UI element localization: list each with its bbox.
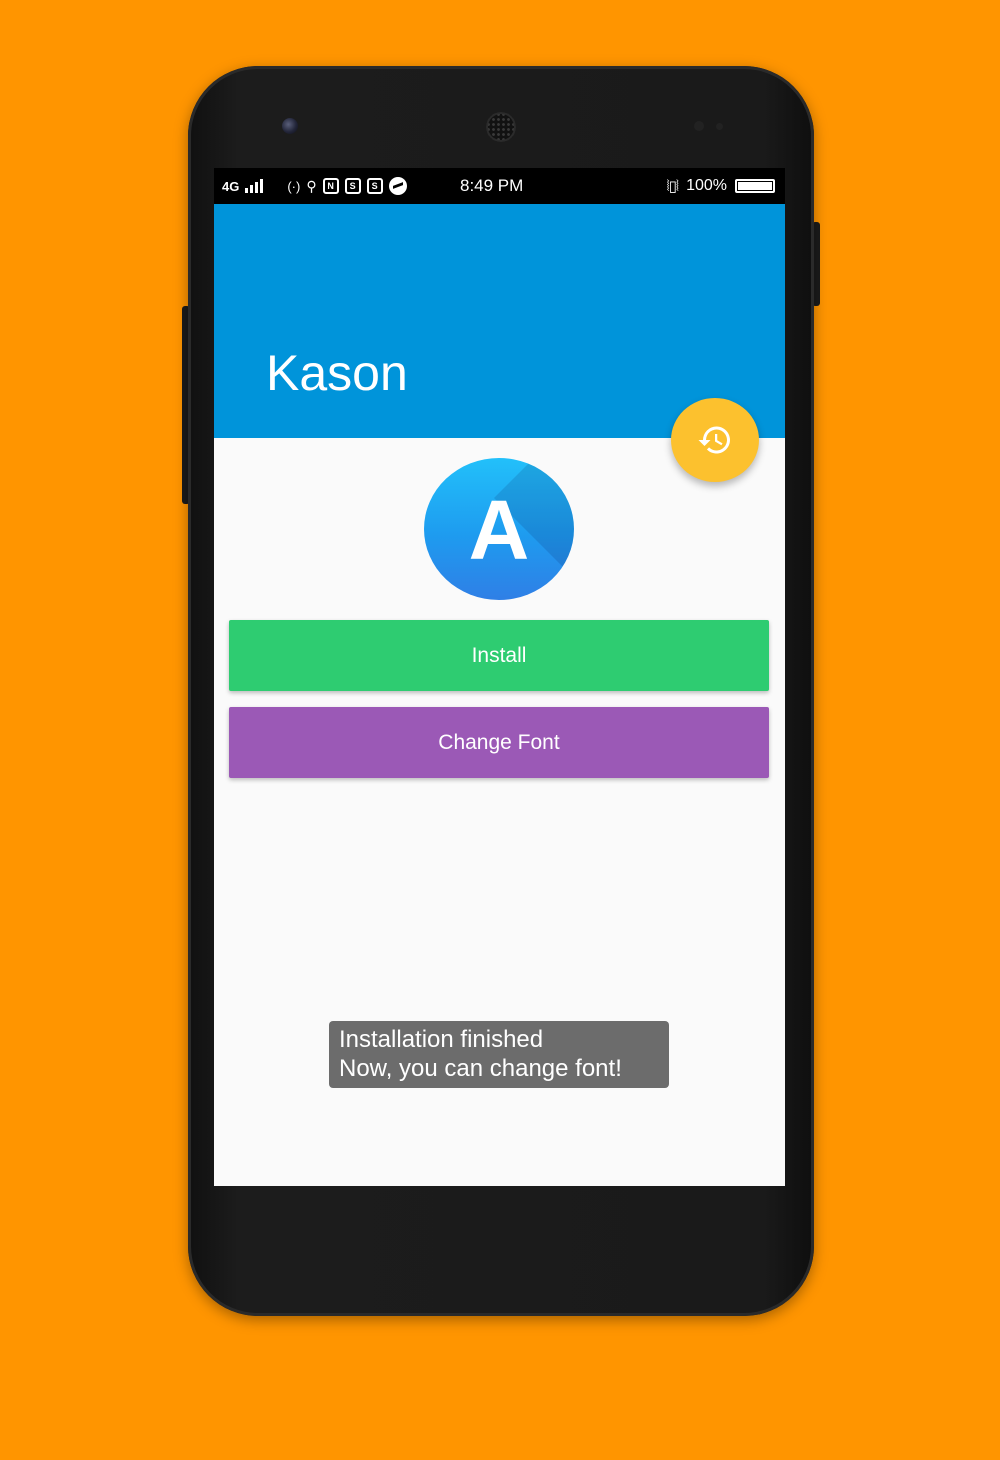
hotspot-icon: (·) [287,178,301,194]
app-title: Kason [266,345,408,401]
signal-bars-icon [245,179,264,193]
history-icon [698,426,730,454]
phone-screen: 4G (·) ⚲ N S S 8:49 PM ⦚▯⦚ 100% Kason A [214,168,785,1186]
app-logo-icon: A [424,458,574,600]
battery-icon [735,179,775,193]
vibrate-icon: ⦚▯⦚ [666,178,679,195]
toast-message: Installation finished Now, you can chang… [329,1021,669,1088]
battery-percent: 100% [686,177,727,194]
notification-icon: N [322,178,339,194]
toast-line-1: Installation finished [339,1026,544,1053]
earpiece-speaker [486,112,516,142]
proximity-sensor [694,121,704,131]
app-s2-icon: S [366,178,383,194]
logo-letter: A [468,483,530,577]
status-time: 8:49 PM [460,176,524,195]
messenger-icon [388,177,407,195]
toast-line-2: Now, you can change font! [339,1055,622,1082]
notification-led [716,123,723,130]
front-camera [282,118,298,134]
history-fab-button[interactable] [671,398,759,482]
status-bar: 4G (·) ⚲ N S S 8:49 PM ⦚▯⦚ 100% [214,168,785,204]
install-button[interactable]: Install [229,620,769,691]
network-type: 4G [222,178,240,194]
usb-icon: ⚲ [306,177,317,194]
change-font-button[interactable]: Change Font [229,707,769,778]
app-s-icon: S [344,178,361,194]
